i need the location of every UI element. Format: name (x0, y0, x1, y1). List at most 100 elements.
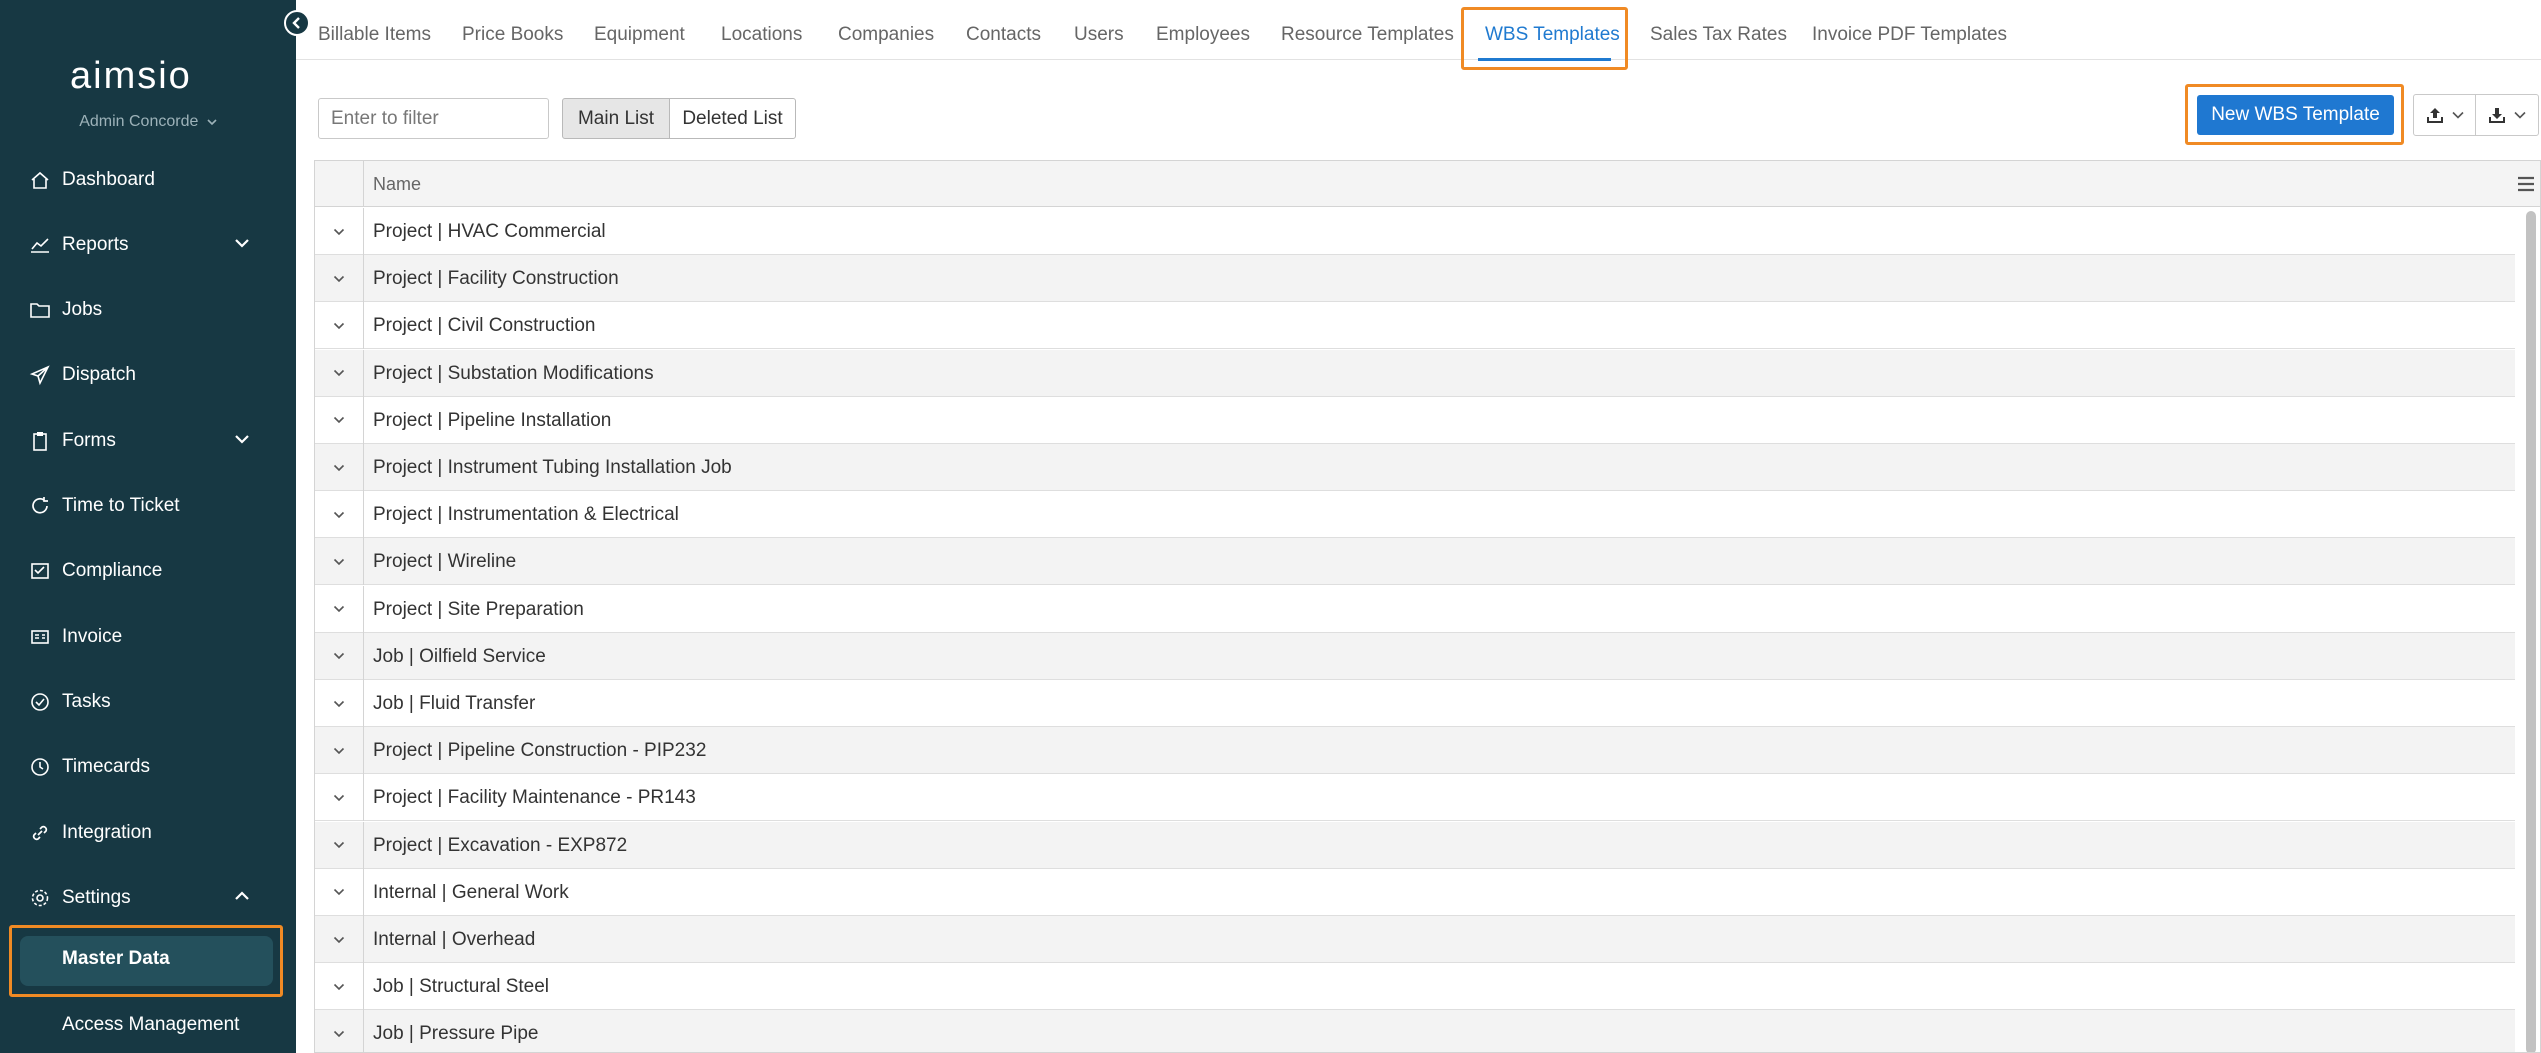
sidebar-item-dashboard[interactable]: Dashboard (0, 147, 296, 212)
upload-menu-button[interactable] (2413, 94, 2476, 136)
grid-gutter-header (315, 161, 364, 207)
sidebar-item-label: Settings (62, 886, 131, 908)
table-row[interactable]: Job | Oilfield Service (315, 632, 2515, 680)
row-expand-chevron-icon[interactable] (315, 916, 364, 963)
active-tab-underline (1478, 58, 1611, 61)
table-cell-name: Internal | Overhead (373, 929, 536, 950)
table-row[interactable]: Project | Substation Modifications (315, 349, 2515, 397)
collapse-sidebar-button[interactable] (284, 10, 310, 36)
tab-equipment[interactable]: Equipment (594, 24, 685, 46)
send-icon (29, 364, 51, 386)
tab-billable-items[interactable]: Billable Items (318, 24, 431, 46)
table-cell-name: Project | HVAC Commercial (373, 221, 606, 242)
row-expand-chevron-icon[interactable] (315, 774, 364, 822)
table-row[interactable]: Project | Pipeline Construction - PIP232 (315, 727, 2515, 775)
table-row[interactable]: Project | Facility Construction (315, 255, 2515, 303)
tab-users[interactable]: Users (1074, 24, 1124, 46)
table-cell-name: Project | Pipeline Installation (373, 409, 612, 431)
grid-vertical-scrollbar[interactable] (2526, 211, 2536, 1052)
sidebar-item-dispatch[interactable]: Dispatch (0, 343, 296, 408)
tab-sales-tax-rates[interactable]: Sales Tax Rates (1650, 24, 1787, 46)
check-circle-icon (29, 691, 51, 713)
home-icon (29, 169, 51, 191)
table-cell-name: Internal | General Work (373, 881, 569, 903)
table-row[interactable]: Project | Civil Construction (315, 302, 2515, 350)
user-switcher[interactable]: Admin Concorde (0, 113, 296, 131)
tab-contacts[interactable]: Contacts (966, 24, 1041, 46)
clock-icon (29, 756, 51, 778)
sidebar-item-label: Dashboard (62, 168, 155, 190)
table-row[interactable]: Project | Site Preparation (315, 585, 2515, 633)
sidebar-item-time-to-ticket[interactable]: Time to Ticket (0, 474, 296, 539)
table-cell-name: Project | Wireline (373, 551, 517, 573)
table-cell-name: Project | Instrumentation & Electrical (373, 504, 679, 526)
table-row[interactable]: Project | Excavation - EXP872 (315, 821, 2515, 869)
row-expand-chevron-icon[interactable] (315, 491, 364, 539)
deleted-list-button[interactable]: Deleted List (669, 98, 796, 139)
table-row[interactable]: Job | Fluid Transfer (315, 680, 2515, 727)
sidebar-item-label: Timecards (62, 756, 150, 778)
chevron-down-icon (207, 113, 217, 131)
row-expand-chevron-icon[interactable] (315, 302, 364, 350)
chevron-up-icon[interactable] (234, 889, 250, 907)
download-icon (2489, 108, 2505, 123)
row-expand-chevron-icon[interactable] (315, 680, 364, 727)
filter-input[interactable] (318, 98, 549, 139)
chevron-down-icon (2451, 111, 2464, 119)
tab-companies[interactable]: Companies (838, 24, 934, 46)
tab-locations[interactable]: Locations (721, 24, 802, 46)
row-expand-chevron-icon[interactable] (315, 208, 364, 255)
column-header-name[interactable]: Name (373, 174, 421, 195)
row-expand-chevron-icon[interactable] (315, 349, 364, 397)
tab-resource-templates[interactable]: Resource Templates (1281, 24, 1454, 46)
table-row[interactable]: Project | Wireline (315, 538, 2515, 586)
tab-invoice-pdf-templates[interactable]: Invoice PDF Templates (1812, 24, 2007, 46)
column-menu-icon[interactable] (2515, 173, 2537, 195)
row-expand-chevron-icon[interactable] (315, 585, 364, 633)
row-expand-chevron-icon[interactable] (315, 868, 364, 916)
tab-employees[interactable]: Employees (1156, 24, 1250, 46)
user-name: Admin Concorde (79, 113, 199, 130)
table-row[interactable]: Project | Instrumentation & Electrical (315, 491, 2515, 539)
row-expand-chevron-icon[interactable] (315, 396, 364, 444)
sidebar-item-integration[interactable]: Integration (0, 800, 296, 865)
sidebar-item-invoice[interactable]: Invoice (0, 604, 296, 669)
row-expand-chevron-icon[interactable] (315, 255, 364, 303)
sidebar-item-reports[interactable]: Reports (0, 212, 296, 277)
table-row[interactable]: Project | Facility Maintenance - PR143 (315, 774, 2515, 822)
table-row[interactable]: Project | Instrument Tubing Installation… (315, 444, 2515, 491)
tab-price-books[interactable]: Price Books (462, 24, 563, 46)
download-menu-button[interactable] (2475, 94, 2539, 136)
table-row[interactable]: Project | Pipeline Installation (315, 396, 2515, 444)
table-cell-name: Job | Fluid Transfer (373, 693, 536, 714)
aimsio-logo[interactable]: aimsio (70, 55, 226, 101)
new-wbs-template-button[interactable]: New WBS Template (2197, 95, 2394, 135)
sidebar-item-compliance[interactable]: Compliance (0, 539, 296, 604)
main-list-button[interactable]: Main List (562, 98, 670, 139)
sidebar-item-tasks[interactable]: Tasks (0, 669, 296, 734)
checklist-icon (29, 560, 51, 582)
row-expand-chevron-icon[interactable] (315, 727, 364, 775)
sidebar-item-label: Integration (62, 821, 152, 843)
sidebar-item-label: Dispatch (62, 364, 136, 386)
sidebar-item-label: Forms (62, 429, 116, 451)
row-expand-chevron-icon[interactable] (315, 632, 364, 680)
sidebar-item-forms[interactable]: Forms (0, 408, 296, 473)
sidebar-item-settings[interactable]: Settings (0, 865, 296, 930)
row-expand-chevron-icon[interactable] (315, 444, 364, 491)
sidebar-item-jobs[interactable]: Jobs (0, 278, 296, 343)
row-expand-chevron-icon[interactable] (315, 1010, 364, 1052)
chevron-down-icon[interactable] (234, 432, 250, 450)
chevron-down-icon[interactable] (234, 236, 250, 254)
folder-icon (29, 299, 51, 321)
table-row[interactable]: Job | Pressure Pipe (315, 1010, 2515, 1052)
row-expand-chevron-icon[interactable] (315, 538, 364, 586)
table-row[interactable]: Internal | Overhead (315, 916, 2515, 963)
row-expand-chevron-icon[interactable] (315, 963, 364, 1011)
sidebar-item-access-management[interactable]: Access Management (62, 1014, 239, 1036)
row-expand-chevron-icon[interactable] (315, 821, 364, 869)
table-row[interactable]: Job | Structural Steel (315, 963, 2515, 1011)
sidebar-item-timecards[interactable]: Timecards (0, 735, 296, 800)
table-row[interactable]: Internal | General Work (315, 868, 2515, 916)
table-row[interactable]: Project | HVAC Commercial (315, 208, 2515, 255)
